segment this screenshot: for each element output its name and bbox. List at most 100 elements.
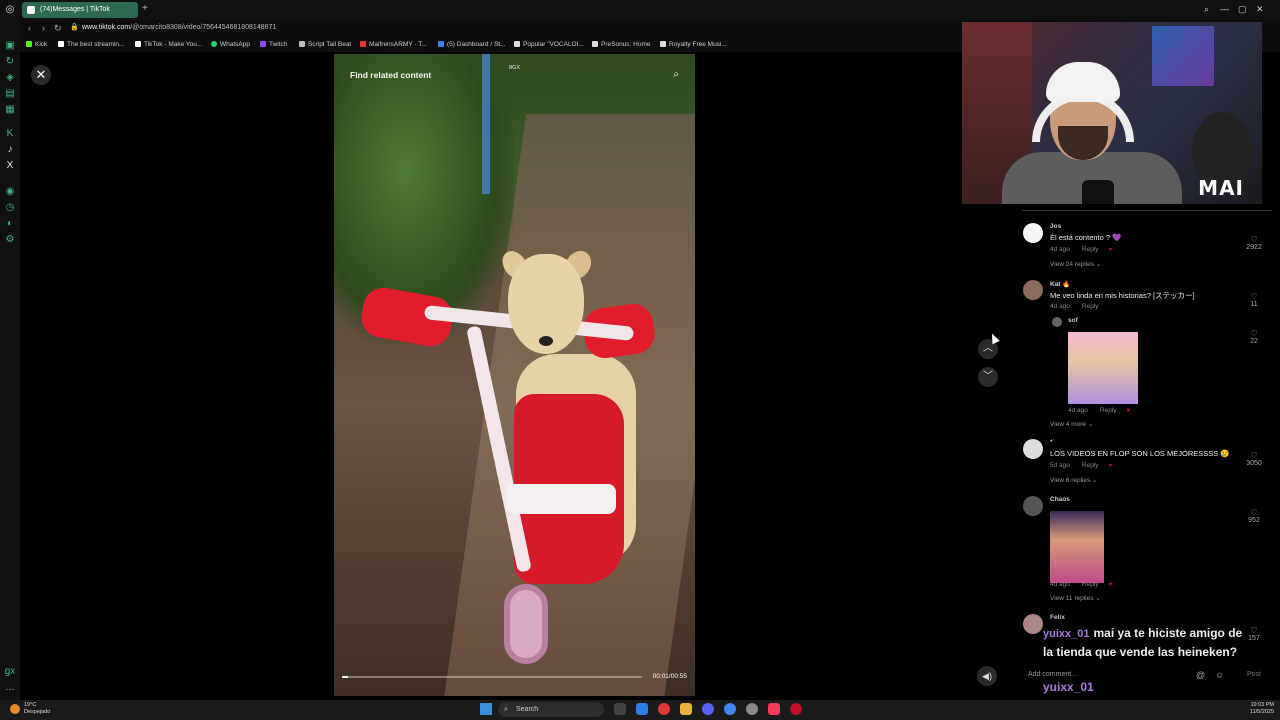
music-icon[interactable] <box>768 703 780 715</box>
close-window-icon[interactable]: ✕ <box>1256 4 1264 15</box>
clock-time: 10:03 PM <box>1250 702 1274 708</box>
sidebar-app-icon[interactable]: ◈ <box>4 72 16 84</box>
weather-condition: Despejado <box>24 709 51 715</box>
search-icon[interactable]: ⌕ <box>1204 4 1209 15</box>
view-more-button[interactable]: View 4 more ⌄ <box>1050 420 1093 428</box>
comment-username[interactable]: sof <box>1068 317 1078 324</box>
mention-icon[interactable]: @ <box>1196 670 1205 680</box>
opera-gx-icon[interactable] <box>790 703 802 715</box>
scooter-base <box>506 484 616 514</box>
post-button[interactable]: Post <box>1247 671 1261 678</box>
avatar[interactable] <box>1052 317 1062 327</box>
bookmark-label: Royalty Free Musi... <box>669 41 727 48</box>
sidebar-app-icon[interactable]: ▦ <box>4 104 16 116</box>
reply-button[interactable]: Reply <box>1082 581 1099 588</box>
taskbar-search[interactable]: ⌕ Search <box>498 702 604 717</box>
bookmark-streaming[interactable]: The best streamin... <box>58 41 124 48</box>
minimize-icon[interactable]: — <box>1220 4 1229 14</box>
more-icon[interactable]: … <box>4 682 16 694</box>
kick-icon[interactable]: K <box>4 128 16 140</box>
bookmark-dashboard[interactable]: (5) Dashboard / St... <box>438 41 506 48</box>
gx-icon[interactable]: gx <box>4 666 16 678</box>
like-button[interactable]: ♡ 952 <box>1242 508 1266 524</box>
reply-button[interactable]: Reply <box>1100 407 1117 414</box>
reply-button[interactable]: Reply <box>1082 462 1099 469</box>
reply-button[interactable]: Reply <box>1082 246 1099 253</box>
app-icon[interactable] <box>746 703 758 715</box>
file-explorer-icon[interactable] <box>680 703 692 715</box>
view-replies-button[interactable]: View 11 replies ⌄ <box>1050 594 1101 602</box>
like-button[interactable]: ♡ 2922 <box>1242 235 1266 251</box>
video-progress-bar[interactable] <box>342 676 642 678</box>
history-icon[interactable]: ◷ <box>4 202 16 214</box>
reply-button[interactable]: Reply <box>1082 303 1099 310</box>
task-view-icon[interactable] <box>614 703 626 715</box>
bookmark-whatsapp[interactable]: WhatsApp <box>211 41 250 48</box>
view-replies-button[interactable]: View 24 replies ⌄ <box>1050 260 1101 268</box>
next-video-button[interactable]: ﹀ <box>978 367 998 387</box>
chrome-icon[interactable] <box>724 703 736 715</box>
search-icon[interactable]: ⌕ <box>673 69 679 80</box>
tiktok-icon[interactable]: ♪ <box>4 144 16 156</box>
forward-icon[interactable]: › <box>42 23 45 33</box>
settings-icon[interactable]: ⚙ <box>4 234 16 246</box>
find-related-content[interactable]: Find related content <box>350 70 431 80</box>
comment-username[interactable]: Chaos <box>1050 496 1070 503</box>
video-time: 00:01/00:55 <box>652 673 687 680</box>
add-comment-input[interactable]: Add comment... <box>1028 671 1077 678</box>
emoji-icon[interactable]: ☺ <box>1215 670 1224 680</box>
view-replies-button[interactable]: View 6 replies ⌄ <box>1050 476 1098 484</box>
creator-liked-icon: ♥ <box>1108 463 1113 469</box>
scooter-wheel <box>504 584 548 664</box>
avatar[interactable] <box>1023 223 1043 243</box>
url-field[interactable]: www.tiktok.com/@omarcito8308/video/75644… <box>82 24 276 31</box>
browser-logo-icon[interactable]: ◎ <box>4 4 16 16</box>
avatar[interactable] <box>1023 280 1043 300</box>
weather-widget[interactable]: 19°C Despejado <box>24 702 50 716</box>
bookmark-script[interactable]: Script Tail Beat <box>299 41 351 48</box>
opera-icon[interactable] <box>658 703 670 715</box>
comment-username[interactable]: Felix <box>1050 614 1065 621</box>
bookmark-presonus[interactable]: PreSonus: Home <box>592 41 651 48</box>
avatar[interactable] <box>1023 496 1043 516</box>
like-button[interactable]: ♡ 11 <box>1242 292 1266 308</box>
bookmark-vocaloid[interactable]: Popular "VOCALOI... <box>514 41 584 48</box>
bookmark-twitch[interactable]: Twitch <box>260 41 287 48</box>
volume-button[interactable]: ◀) <box>977 666 997 686</box>
sidebar-app-icon[interactable]: ▤ <box>4 88 16 100</box>
discord-icon[interactable] <box>702 703 714 715</box>
lock-icon: 🔒 <box>70 24 79 31</box>
tab-bar: (74)Messages | TikTok + ⌕ — ▢ ✕ <box>20 0 1280 20</box>
back-icon[interactable]: ‹ <box>28 23 31 33</box>
sidebar-app-icon[interactable]: ▣ <box>4 40 16 52</box>
close-video-button[interactable]: ✕ <box>31 65 51 85</box>
stream-chat-message: yuixx_01 mai ya te hiciste amigo de la ti… <box>1043 624 1253 661</box>
edge-icon[interactable] <box>636 703 648 715</box>
heart-icon: ♡ <box>1250 451 1258 460</box>
heart-icon: ♡ <box>1250 235 1258 244</box>
video-player[interactable]: Find related content 8GX ⌕ 00:01/00:55 <box>334 54 695 696</box>
tab-tiktok[interactable]: (74)Messages | TikTok <box>22 2 138 18</box>
comment-username[interactable]: Jos <box>1050 223 1061 230</box>
bookmark-kick[interactable]: Kick <box>26 41 47 48</box>
bookmark-royalty[interactable]: Royalty Free Musi... <box>660 41 727 48</box>
windows-start-icon[interactable] <box>480 703 492 715</box>
bookmark-icon <box>58 41 64 47</box>
x-icon[interactable]: X <box>4 160 16 172</box>
like-button[interactable]: ♡ 3050 <box>1242 451 1266 467</box>
reload-icon[interactable]: ↻ <box>54 23 62 34</box>
new-tab-button[interactable]: + <box>142 3 148 14</box>
maximize-icon[interactable]: ▢ <box>1238 4 1247 15</box>
sidebar-app-icon[interactable]: ↻ <box>4 56 16 68</box>
system-clock[interactable]: 10:03 PM 11/5/2025 <box>1234 702 1274 716</box>
avatar[interactable] <box>1023 614 1043 634</box>
avatar[interactable] <box>1023 439 1043 459</box>
like-button[interactable]: ♡ 22 <box>1242 329 1266 345</box>
bookmark-tiktok[interactable]: TikTok - Make You... <box>135 41 202 48</box>
sidebar-app-icon[interactable]: ◉ <box>4 186 16 198</box>
comment-age: 4d ago <box>1050 581 1070 588</box>
comment-username[interactable]: Kat 🔥 <box>1050 280 1070 288</box>
sidebar-app-icon[interactable]: ◐ <box>4 218 16 230</box>
bookmark-maifrens[interactable]: MaifrensARMY - T... <box>360 41 427 48</box>
comment-username[interactable]: *ʿ <box>1050 439 1055 446</box>
